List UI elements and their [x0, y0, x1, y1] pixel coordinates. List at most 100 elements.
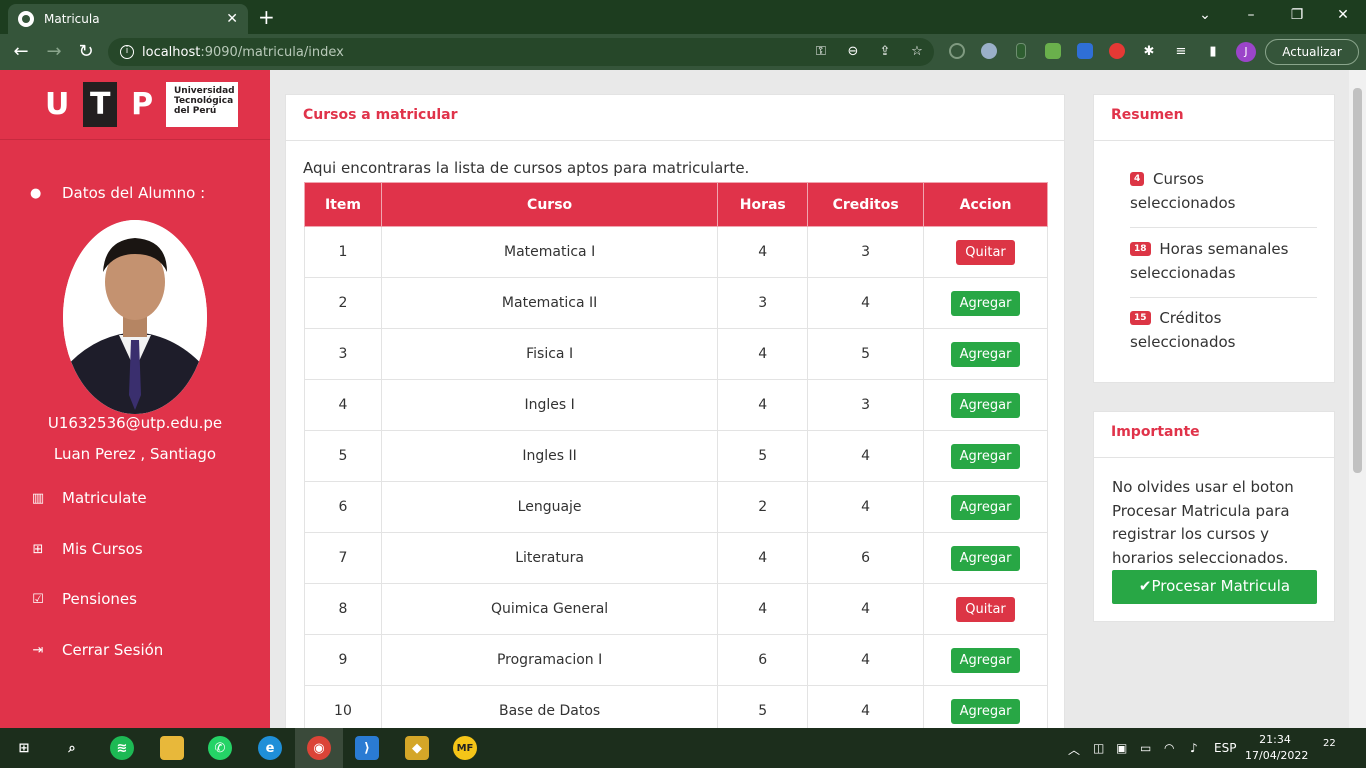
chrome-icon[interactable]: ◉	[307, 736, 331, 760]
tray-expand-icon[interactable]: ︿	[1068, 741, 1080, 758]
table-row: 9 Programacion I 6 4 Agregar	[304, 634, 1048, 686]
agregar-button[interactable]: Agregar	[950, 443, 1021, 469]
play-extension-icon[interactable]	[1109, 43, 1125, 59]
action-cell: Agregar	[923, 532, 1048, 584]
agregar-button[interactable]: Agregar	[950, 545, 1021, 571]
extension-icon[interactable]	[1016, 43, 1026, 59]
courses-table: Item Curso Horas Creditos Accion 1 Matema…	[304, 182, 1048, 737]
student-data-heading: ● Datos del Alumno :	[30, 184, 206, 202]
windows-start-icon[interactable]: ⊞	[12, 736, 36, 760]
extension-icon[interactable]	[1077, 43, 1093, 59]
side-panel-icon[interactable]: ▮	[1204, 43, 1222, 61]
browser-tab[interactable]: Matricula ✕	[8, 4, 248, 34]
resumen-card: Resumen 4 Cursos seleccionados 18 Horas …	[1093, 94, 1335, 383]
credits-cell: 4	[807, 430, 925, 482]
nav-cerrar-sesion[interactable]: ⇥ Cerrar Sesión	[30, 641, 164, 659]
profile-avatar[interactable]: J	[1236, 42, 1256, 62]
extension-icon[interactable]	[949, 43, 965, 59]
quitar-button[interactable]: Quitar	[956, 239, 1015, 265]
student-photo	[63, 220, 207, 414]
course-name-cell: Quimica General	[380, 583, 719, 635]
courses-intro: Aqui encontraras la lista de cursos apto…	[303, 159, 750, 177]
app-icon[interactable]: ◆	[405, 736, 429, 760]
share-icon[interactable]: ⇪	[876, 43, 894, 61]
taskbar-clock[interactable]: 21:34 17/04/2022	[1245, 732, 1308, 764]
column-header: Curso	[380, 182, 719, 227]
forward-icon[interactable]: →	[42, 40, 66, 64]
battery-icon[interactable]: ▭	[1140, 741, 1151, 755]
action-cell: Agregar	[923, 634, 1048, 686]
bookmark-star-icon[interactable]: ☆	[908, 43, 926, 61]
credits-cell: 3	[807, 379, 925, 431]
item-cell: 6	[304, 481, 382, 533]
update-button[interactable]: Actualizar	[1265, 39, 1359, 65]
spotify-icon[interactable]: ≋	[110, 736, 134, 760]
table-row: 7 Literatura 4 6 Agregar	[304, 532, 1048, 584]
mf-app-icon[interactable]: MF	[453, 736, 477, 760]
table-row: 2 Matematica II 3 4 Agregar	[304, 277, 1048, 329]
site-info-icon[interactable]: i	[120, 45, 134, 59]
action-cell: Quitar	[923, 226, 1048, 278]
sidebar: U T P Universidad Tecnológica del Perú ●…	[0, 70, 270, 728]
summary-credits: 15 Créditos seleccionados	[1130, 309, 1236, 351]
item-cell: 9	[304, 634, 382, 686]
language-indicator[interactable]: ESP	[1214, 741, 1236, 755]
new-tab-button[interactable]: +	[258, 6, 275, 28]
media-icon[interactable]: ≡	[1172, 43, 1190, 61]
agregar-button[interactable]: Agregar	[950, 392, 1021, 418]
whatsapp-icon[interactable]: ✆	[208, 736, 232, 760]
minimize-icon[interactable]: –	[1236, 4, 1266, 26]
restore-icon[interactable]: ❐	[1282, 4, 1312, 26]
wifi-icon[interactable]: ◠	[1164, 741, 1174, 755]
student-email: U1632536@utp.edu.pe	[47, 414, 223, 432]
notifications-icon[interactable]: 22	[1323, 738, 1349, 758]
procesar-matricula-button[interactable]: ✔Procesar Matricula	[1112, 570, 1317, 604]
item-cell: 2	[304, 277, 382, 329]
divider	[1130, 297, 1317, 298]
zoom-icon[interactable]: ⊖	[844, 43, 862, 61]
action-cell: Quitar	[923, 583, 1048, 635]
close-tab-icon[interactable]: ✕	[226, 11, 238, 27]
reload-icon[interactable]: ↻	[74, 40, 98, 64]
extension-icon[interactable]	[981, 43, 997, 59]
hours-cell: 4	[717, 532, 809, 584]
agregar-button[interactable]: Agregar	[950, 494, 1021, 520]
page-scrollbar[interactable]	[1349, 70, 1366, 728]
address-bar[interactable]: i localhost :9090/matricula/index	[108, 38, 934, 66]
vscode-icon[interactable]: ⟩	[355, 736, 379, 760]
file-explorer-icon[interactable]	[160, 736, 184, 760]
back-icon[interactable]: ←	[9, 40, 33, 64]
nav-matriculate[interactable]: ▥ Matriculate	[30, 489, 147, 507]
credits-cell: 6	[807, 532, 925, 584]
search-icon[interactable]: ⌕	[60, 736, 84, 760]
volume-icon[interactable]: ♪	[1190, 741, 1198, 755]
quitar-button[interactable]: Quitar	[956, 596, 1015, 622]
courses-card: Cursos a matricular Aqui encontraras la …	[285, 94, 1065, 737]
edge-icon[interactable]: e	[258, 736, 282, 760]
close-window-icon[interactable]: ✕	[1328, 4, 1358, 26]
table-row: 8 Quimica General 4 4 Quitar	[304, 583, 1048, 635]
hours-cell: 4	[717, 226, 809, 278]
column-header: Horas	[717, 182, 809, 227]
logo-area: U T P Universidad Tecnológica del Perú	[0, 70, 270, 140]
tray-icon[interactable]: ◫	[1093, 741, 1104, 755]
download-extension-icon[interactable]	[1045, 43, 1061, 59]
tray-icon[interactable]: ▣	[1116, 741, 1127, 755]
key-icon[interactable]: ⚿	[812, 43, 830, 61]
agregar-button[interactable]: Agregar	[950, 341, 1021, 367]
count-badge: 15	[1130, 311, 1151, 325]
course-name-cell: Matematica I	[380, 226, 719, 278]
puzzle-icon[interactable]: ✱	[1140, 43, 1158, 61]
agregar-button[interactable]: Agregar	[950, 698, 1021, 724]
item-cell: 5	[304, 430, 382, 482]
credits-cell: 5	[807, 328, 925, 380]
scrollbar-thumb[interactable]	[1353, 88, 1362, 473]
nav-pensiones[interactable]: ☑ Pensiones	[30, 590, 137, 608]
utp-logo[interactable]: U T P Universidad Tecnológica del Perú	[32, 82, 238, 127]
agregar-button[interactable]: Agregar	[950, 647, 1021, 673]
tab-search-icon[interactable]: ⌄	[1190, 4, 1220, 26]
action-cell: Agregar	[923, 328, 1048, 380]
browser-toolbar: ← → ↻ i localhost :9090/matricula/index	[0, 34, 1366, 70]
nav-mis-cursos[interactable]: ⊞ Mis Cursos	[30, 540, 143, 558]
agregar-button[interactable]: Agregar	[950, 290, 1021, 316]
